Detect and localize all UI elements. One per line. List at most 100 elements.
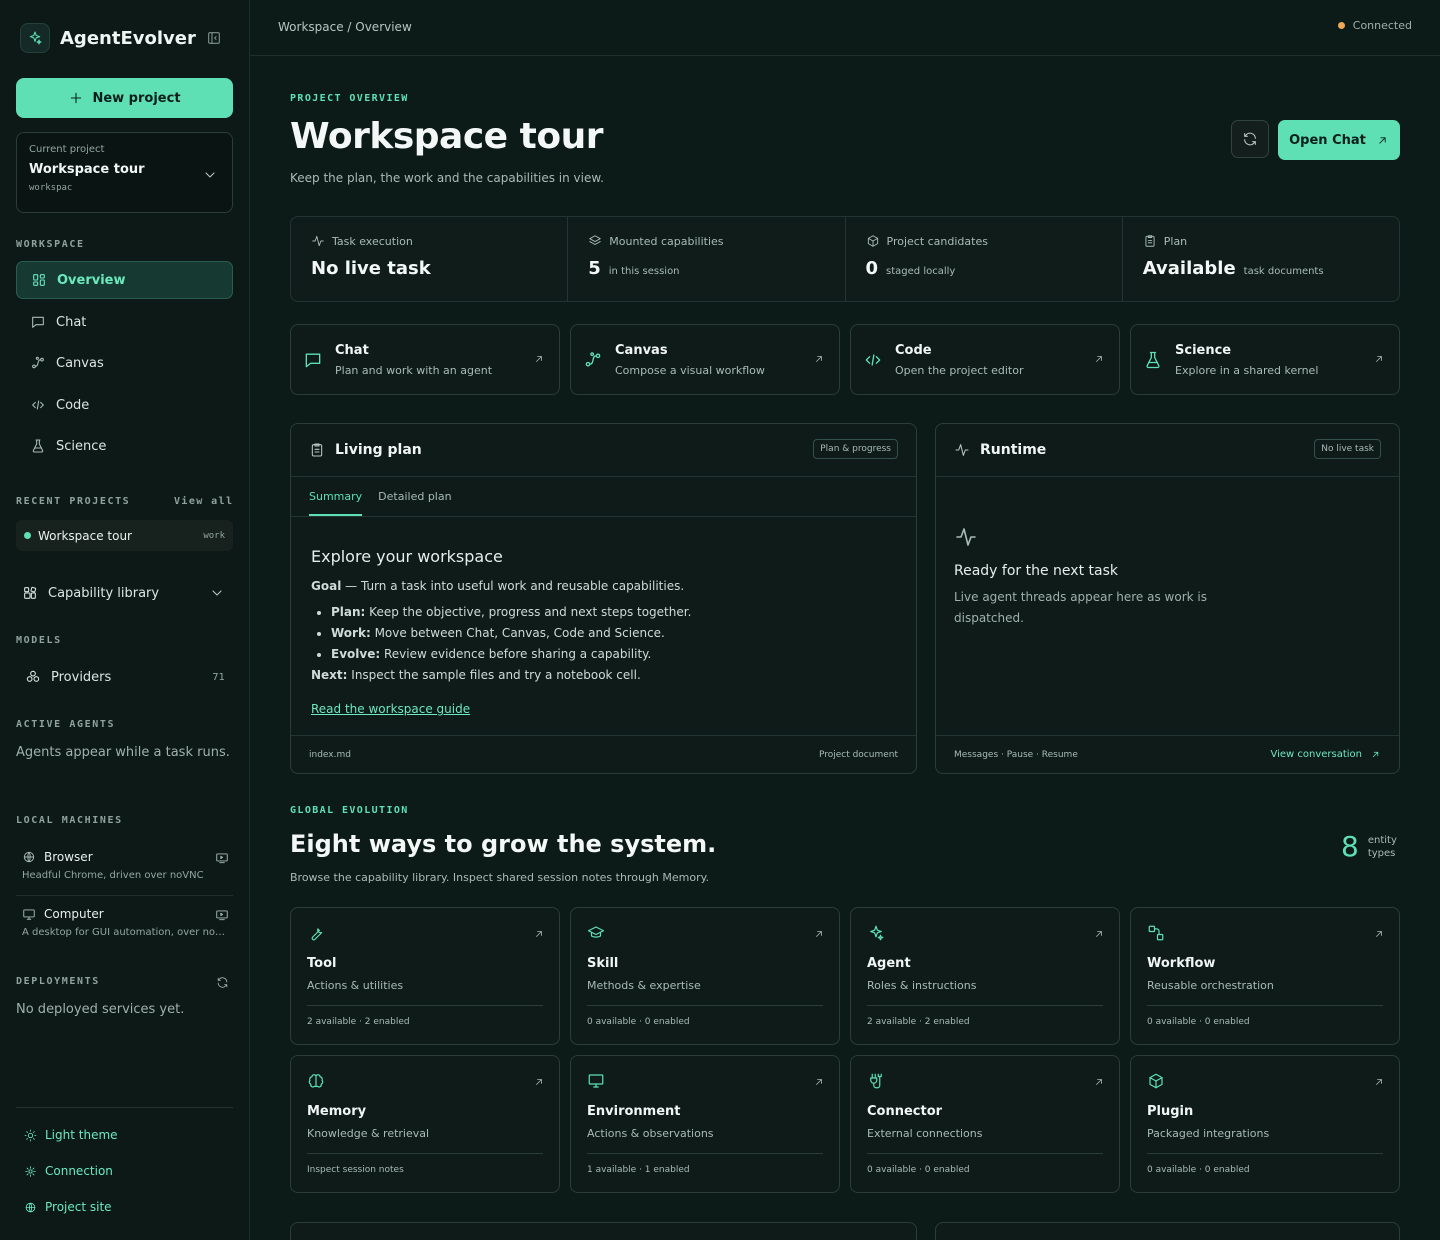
list-item: Evolve: Review evidence before sharing a… — [331, 647, 896, 661]
capability-card-environment[interactable]: Environment Actions & observations 1 ava… — [570, 1055, 840, 1193]
cap-sub: External connections — [867, 1127, 983, 1140]
cap-stats: 0 available · 0 enabled — [587, 1017, 690, 1027]
capability-card-tool[interactable]: Tool Actions & utilities 2 available · 2… — [290, 907, 560, 1045]
capability-card-plugin[interactable]: Plugin Packaged integrations 0 available… — [1130, 1055, 1400, 1193]
remote-screen-icon[interactable] — [215, 908, 229, 922]
overview-eyebrow: PROJECT OVERVIEW — [290, 93, 409, 104]
deployments-empty: No deployed services yet. — [16, 1002, 185, 1017]
project-picker[interactable]: Current project Workspace tour workspac — [16, 132, 233, 213]
nav-item-canvas[interactable]: Canvas — [16, 344, 233, 382]
divider — [1147, 1153, 1383, 1154]
providers-count: 71 — [212, 671, 225, 683]
arrow-up-right-icon — [1093, 353, 1105, 365]
nav-item-chat[interactable]: Chat — [16, 303, 233, 341]
item-text: Keep the objective, progress and next st… — [365, 605, 692, 619]
new-project-button[interactable]: New project — [16, 78, 233, 118]
providers-label: Providers — [51, 669, 112, 685]
remote-screen-icon[interactable] — [215, 851, 229, 865]
plug-icon — [867, 1072, 1103, 1090]
refresh-icon[interactable] — [216, 976, 229, 989]
current-project-slug: workspac — [29, 183, 73, 193]
nav-item-code[interactable]: Code — [16, 386, 233, 424]
capability-library-toggle[interactable]: Capability library — [16, 580, 233, 606]
stat-value: Available — [1142, 258, 1236, 279]
capability-card-agent[interactable]: Agent Roles & instructions 2 available ·… — [850, 907, 1120, 1045]
machine-desc: Headful Chrome, driven over noVNC — [22, 870, 204, 881]
runtime-actions: Messages · Pause · Resume — [954, 749, 1078, 760]
quick-link-code[interactable]: Code Open the project editor — [850, 324, 1120, 395]
stat-label: Project candidates — [886, 234, 988, 248]
view-conversation-link[interactable]: View conversation — [1270, 749, 1381, 760]
machine-name: Computer — [44, 907, 104, 921]
breadcrumb[interactable]: Workspace / Overview — [278, 20, 412, 34]
nav-label: Science — [56, 438, 107, 454]
active-agents-label: ACTIVE AGENTS — [16, 719, 116, 730]
arrow-up-right-icon — [1373, 1076, 1385, 1088]
tab-detailed-plan[interactable]: Detailed plan — [378, 477, 451, 516]
chevron-down-icon — [202, 167, 218, 183]
stat-project-candidates: Project candidates 0 staged locally — [846, 217, 1123, 301]
divider — [307, 1153, 543, 1154]
project-site-link[interactable]: Project site — [24, 1200, 112, 1214]
recent-projects-label: RECENT PROJECTS — [16, 496, 131, 507]
providers-item[interactable]: Providers 71 — [16, 664, 233, 690]
stats-strip: Task execution No live task Mounted capa… — [290, 216, 1400, 302]
workflow-nodes-icon — [583, 350, 603, 370]
brand[interactable]: AgentEvolver — [20, 23, 196, 53]
plan-goal: Goal — Turn a task into useful work and … — [311, 579, 896, 593]
workspace-guide-link[interactable]: Read the workspace guide — [311, 702, 470, 716]
quick-sub: Open the project editor — [895, 363, 1024, 377]
light-theme-toggle[interactable]: Light theme — [24, 1128, 118, 1142]
recent-project-item[interactable]: Workspace tour work — [16, 520, 233, 551]
next-label: Next: — [311, 668, 348, 682]
machine-browser[interactable]: Browser Headful Chrome, driven over noVN… — [16, 850, 233, 881]
clipboard-icon — [311, 443, 323, 457]
capability-card-memory[interactable]: Memory Knowledge & retrieval Inspect ses… — [290, 1055, 560, 1193]
entity-count-label: types — [1367, 847, 1396, 859]
new-project-label: New project — [92, 90, 181, 106]
refresh-button[interactable] — [1231, 120, 1269, 158]
nav-item-overview[interactable]: Overview — [16, 261, 233, 299]
connection-link[interactable]: Connection — [24, 1164, 113, 1178]
quick-sub: Plan and work with an agent — [335, 363, 493, 377]
active-agents-empty: Agents appear while a task runs. — [16, 745, 230, 760]
stat-note: staged locally — [886, 266, 956, 277]
panel-cut-off — [290, 1222, 917, 1240]
capability-card-workflow[interactable]: Workflow Reusable orchestration 0 availa… — [1130, 907, 1400, 1045]
open-chat-button[interactable]: Open Chat — [1278, 120, 1400, 160]
list-item: Plan: Keep the objective, progress and n… — [331, 605, 896, 619]
item-text: Move between Chat, Canvas, Code and Scie… — [370, 626, 665, 640]
view-all-link[interactable]: View all — [174, 496, 233, 507]
dashboard-icon — [33, 274, 45, 286]
activity-icon — [312, 235, 324, 247]
workspace-section-label: WORKSPACE — [16, 239, 85, 250]
divider — [1147, 1005, 1383, 1006]
tab-summary[interactable]: Summary — [309, 477, 363, 516]
item-label: Plan: — [331, 605, 366, 619]
nav-item-science[interactable]: Science — [16, 427, 233, 465]
nav-label: Code — [56, 397, 90, 413]
quick-link-science[interactable]: Science Explore in a shared kernel — [1130, 324, 1400, 395]
quick-link-canvas[interactable]: Canvas Compose a visual workflow — [570, 324, 840, 395]
plan-file[interactable]: index.md — [309, 750, 351, 760]
gear-icon — [25, 1165, 36, 1177]
machine-name: Browser — [44, 850, 93, 864]
stat-value: 5 — [588, 258, 601, 279]
capability-card-connector[interactable]: Connector External connections 0 availab… — [850, 1055, 1120, 1193]
quick-link-chat[interactable]: Chat Plan and work with an agent — [290, 324, 560, 395]
item-text: Review evidence before sharing a capabil… — [380, 647, 652, 661]
topbar: Workspace / Overview Connected — [250, 0, 1440, 56]
machine-computer[interactable]: Computer A desktop for GUI automation, o… — [16, 907, 233, 938]
stat-note: task documents — [1243, 266, 1324, 277]
chat-icon — [303, 350, 323, 370]
evolution-subtitle: Browse the capability library. Inspect s… — [290, 871, 710, 884]
collapse-sidebar-icon[interactable] — [206, 30, 222, 46]
cap-sub: Packaged integrations — [1147, 1127, 1270, 1140]
quick-title: Code — [895, 342, 932, 358]
cap-title: Plugin — [1147, 1104, 1194, 1119]
capability-card-skill[interactable]: Skill Methods & expertise 0 available · … — [570, 907, 840, 1045]
stat-label: Task execution — [332, 234, 413, 248]
divider — [16, 895, 233, 896]
divider — [587, 1153, 823, 1154]
item-label: Evolve: — [331, 647, 381, 661]
